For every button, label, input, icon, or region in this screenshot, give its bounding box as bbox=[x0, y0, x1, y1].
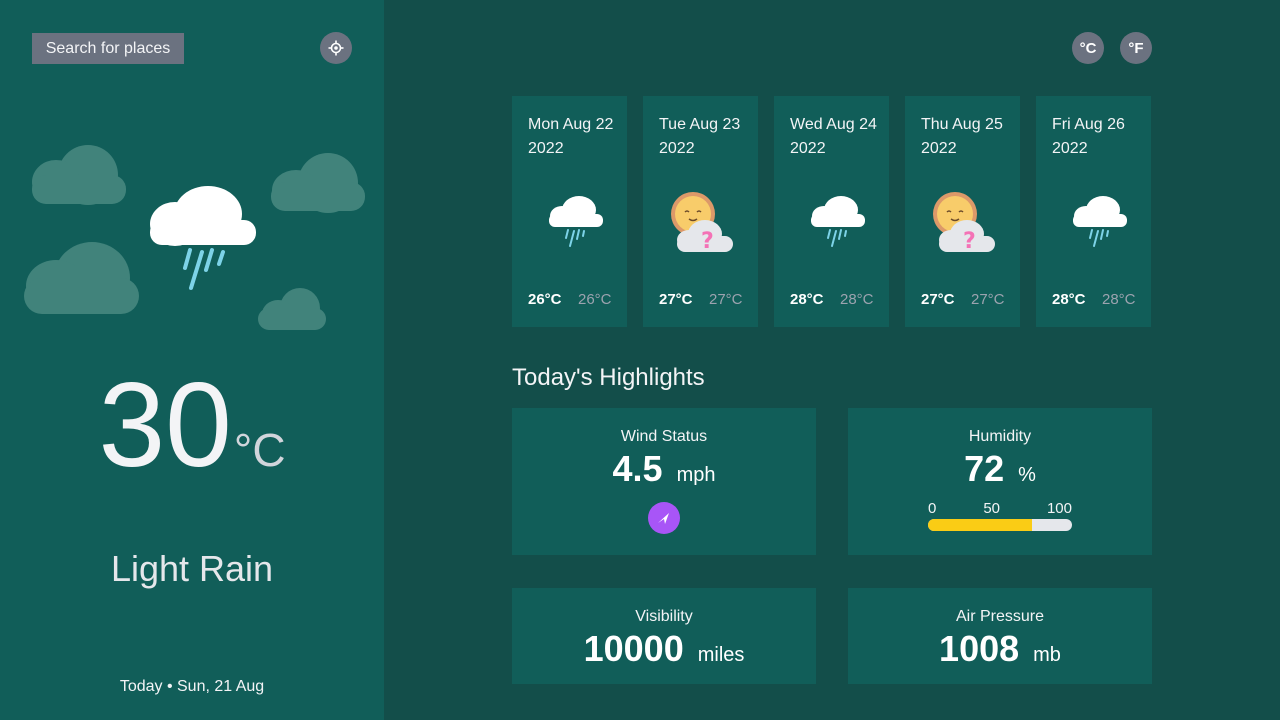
unknown-weather-icon: ? bbox=[671, 192, 733, 254]
current-location-button[interactable] bbox=[320, 32, 352, 64]
light-rain-icon bbox=[150, 186, 256, 290]
forecast-max-temp: 27°C bbox=[921, 291, 955, 308]
humidity-bar: 0 50 100 bbox=[928, 500, 1072, 531]
air-pressure-unit: mb bbox=[1033, 644, 1061, 666]
light-rain-icon bbox=[811, 196, 865, 247]
forecast-max-temp: 26°C bbox=[528, 291, 562, 308]
celsius-toggle-button[interactable]: °C bbox=[1072, 32, 1104, 64]
wind-status-label: Wind Status bbox=[620, 428, 708, 445]
wind-unit: mph bbox=[676, 464, 716, 486]
forecast-max-temp: 28°C bbox=[790, 291, 824, 308]
wind-status-card: Wind Status 4.5 mph bbox=[512, 408, 816, 555]
forecast-day-card: Tue Aug 23 2022 ? 27°C 27°C bbox=[643, 96, 758, 327]
forecast-min-temp: 28°C bbox=[840, 291, 874, 308]
visibility-number: 10000 bbox=[583, 628, 684, 669]
forecast-day-card: Fri Aug 26 2022 28°C 28°C bbox=[1036, 96, 1151, 327]
wind-speed: 4.5 bbox=[612, 448, 663, 489]
humidity-card: Humidity 72% 0 50 100 bbox=[848, 408, 1152, 555]
forecast-min-temp: 28°C bbox=[1102, 291, 1136, 308]
air-pressure-value: 1008 mb bbox=[848, 628, 1152, 670]
visibility-unit: miles bbox=[697, 644, 745, 666]
scale-mid: 50 bbox=[983, 500, 1000, 517]
search-places-button[interactable]: Search for places bbox=[32, 33, 184, 64]
forecast-date: Thu Aug 25 2022 bbox=[921, 116, 1003, 157]
highlights-title: Today's Highlights bbox=[512, 364, 705, 391]
forecast-min-temp: 26°C bbox=[578, 291, 612, 308]
air-pressure-number: 1008 bbox=[939, 628, 1020, 669]
forecast-max-temp: 28°C bbox=[1052, 291, 1086, 308]
forecast-date: Tue Aug 23 2022 bbox=[659, 116, 741, 157]
humidity-number: 72 bbox=[964, 448, 1005, 489]
forecast-list: Mon Aug 22 2022 26°C 26°C Tue Aug 23 202… bbox=[512, 96, 1151, 327]
cloud-shape-3 bbox=[24, 242, 139, 314]
visibility-value: 10000 miles bbox=[512, 628, 816, 670]
forecast-day-card: Wed Aug 24 2022 28°C 28°C bbox=[774, 96, 889, 327]
air-pressure-label: Air Pressure bbox=[955, 608, 1045, 625]
visibility-label: Visibility bbox=[635, 608, 693, 625]
forecast-date: Wed Aug 24 2022 bbox=[790, 116, 877, 157]
weather-condition: Light Rain bbox=[110, 548, 274, 589]
visibility-card: Visibility 10000 miles bbox=[512, 588, 816, 684]
current-temperature: 30°C bbox=[0, 360, 384, 515]
forecast-day-card: Mon Aug 22 2022 26°C 26°C bbox=[512, 96, 627, 327]
humidity-unit: % bbox=[1018, 464, 1036, 486]
forecast-date: Mon Aug 22 2022 bbox=[528, 116, 614, 157]
forecast-date: Fri Aug 26 2022 bbox=[1052, 116, 1125, 157]
wind-direction-badge bbox=[648, 502, 680, 534]
humidity-bar-track bbox=[928, 519, 1072, 531]
forecast-day-card: Thu Aug 25 2022 ? 27°C 27°C bbox=[905, 96, 1020, 327]
humidity-value: 72% bbox=[848, 448, 1152, 490]
current-temperature-unit: °C bbox=[233, 424, 286, 476]
current-temperature-value: 30 bbox=[98, 358, 232, 492]
unknown-weather-icon: ? bbox=[933, 192, 995, 254]
svg-text:?: ? bbox=[963, 229, 976, 254]
fahrenheit-toggle-button[interactable]: °F bbox=[1120, 32, 1152, 64]
humidity-scale: 0 50 100 bbox=[928, 500, 1072, 517]
location-crosshair-icon bbox=[328, 40, 344, 56]
scale-min: 0 bbox=[928, 500, 937, 517]
forecast-max-temp: 27°C bbox=[659, 291, 693, 308]
forecast-min-temp: 27°C bbox=[971, 291, 1005, 308]
svg-text:?: ? bbox=[701, 229, 714, 254]
humidity-bar-fill bbox=[928, 519, 1032, 531]
light-rain-icon bbox=[549, 196, 603, 247]
cloud-shape-2 bbox=[271, 153, 365, 213]
sidebar: Search for places 30°C Light Rain Today … bbox=[0, 0, 384, 720]
cloud-shape-4 bbox=[258, 288, 326, 330]
light-rain-icon bbox=[1073, 196, 1127, 247]
wind-direction-icon bbox=[658, 513, 669, 524]
scale-max: 100 bbox=[1046, 500, 1072, 517]
current-date: Today • Sun, 21 Aug bbox=[119, 678, 265, 695]
forecast-min-temp: 27°C bbox=[709, 291, 743, 308]
wind-status-value: 4.5 mph bbox=[512, 448, 816, 490]
cloud-shape-1 bbox=[32, 145, 126, 205]
air-pressure-card: Air Pressure 1008 mb bbox=[848, 588, 1152, 684]
humidity-label: Humidity bbox=[968, 428, 1032, 445]
